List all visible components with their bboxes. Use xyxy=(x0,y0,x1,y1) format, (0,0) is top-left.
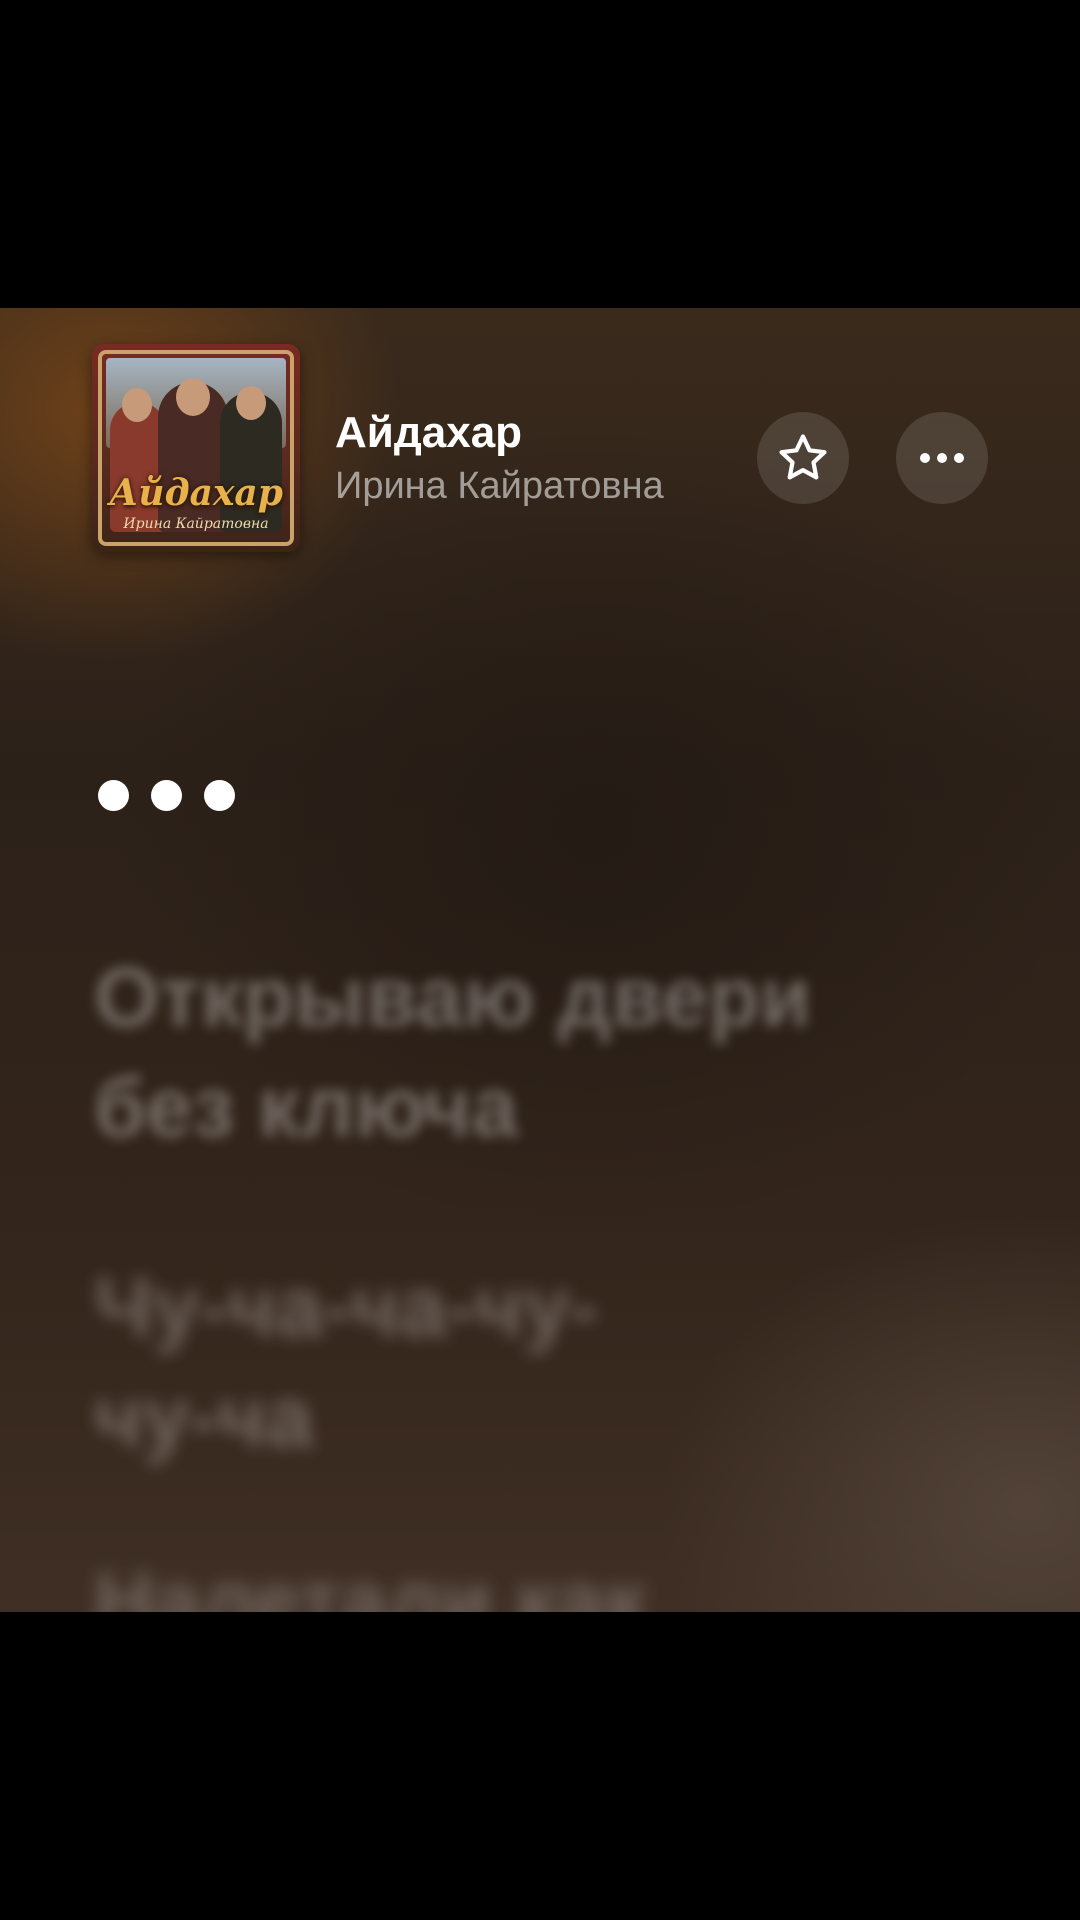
lyric-line[interactable]: Налетали как xyxy=(94,1546,646,1612)
favorite-button[interactable] xyxy=(757,412,849,504)
artwork-title: Айдахар xyxy=(109,472,283,514)
indicator-dot xyxy=(151,780,182,811)
lyric-line-part: чу-ча xyxy=(94,1370,313,1464)
lyric-line-part: Налетали как xyxy=(94,1554,647,1612)
indicator-dot xyxy=(98,780,129,811)
lyric-line-part: Чу-ча-ча-чу- xyxy=(94,1260,599,1354)
artwork-subtitle: Ирина Кайратовна xyxy=(123,516,269,532)
lyric-line-part: без ключа xyxy=(94,1060,519,1154)
letterbox-top xyxy=(0,0,1080,308)
star-icon xyxy=(779,434,827,480)
ellipsis-icon xyxy=(920,453,964,463)
album-artwork[interactable]: Айдахар Ирина Кайратовна xyxy=(92,344,300,552)
lyric-line-part: Открываю двери xyxy=(94,950,812,1044)
indicator-dot xyxy=(204,780,235,811)
more-options-button[interactable] xyxy=(896,412,988,504)
lyrics-waiting-indicator xyxy=(98,780,235,811)
track-artist[interactable]: Ирина Кайратовна xyxy=(335,465,664,508)
lyric-line[interactable]: Открываю двери без ключа xyxy=(94,942,811,1162)
lyric-line[interactable]: Чу-ча-ча-чу- чу-ча xyxy=(94,1252,598,1472)
letterbox-bottom xyxy=(0,1612,1080,1920)
lyrics-player: Айдахар Ирина Кайратовна Айдахар Ирина К… xyxy=(0,308,1080,1612)
track-title[interactable]: Айдахар xyxy=(335,408,522,458)
